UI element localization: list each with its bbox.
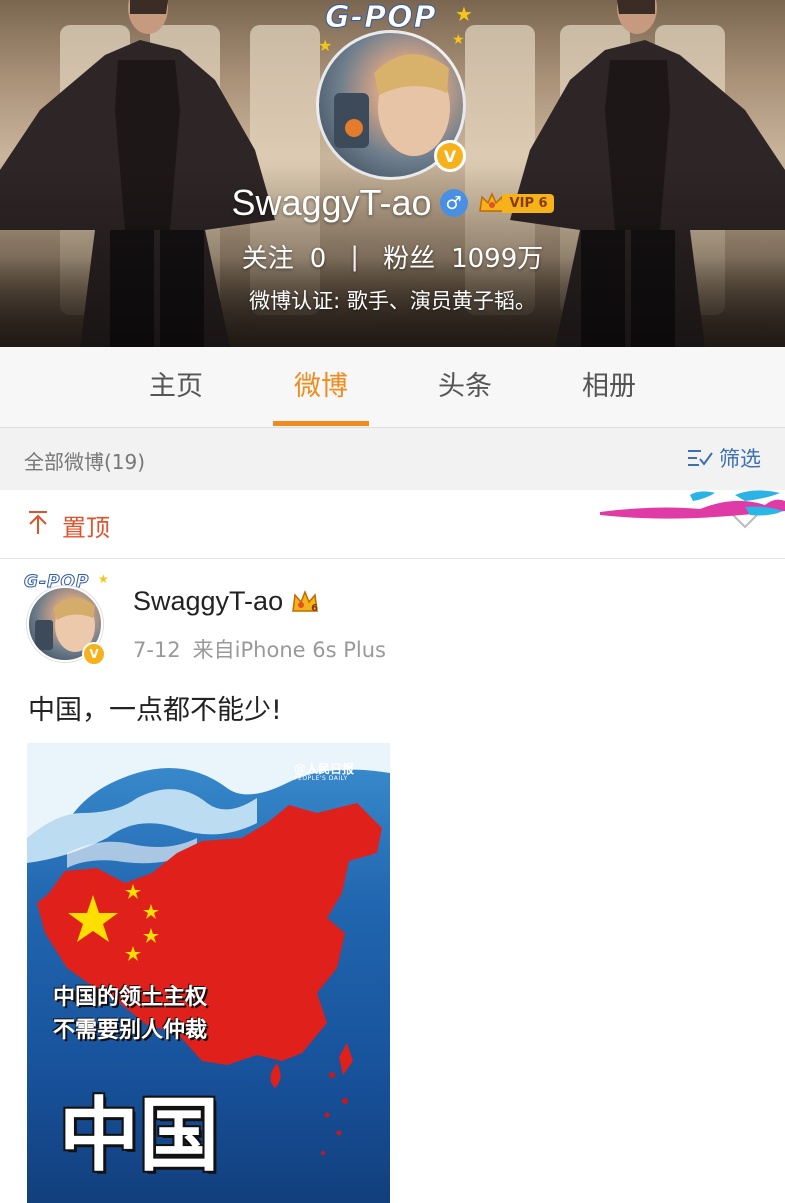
star-icon: ★ [318, 36, 333, 55]
post-image[interactable]: @人民日报 PEOPLE'S DAILY 中国的领土主权 不需要别人仲裁 中国 [27, 743, 390, 1203]
tab-headlines[interactable]: 头条 [417, 347, 513, 427]
tab-weibo[interactable]: 微博 [273, 347, 369, 427]
profile-username: SwaggyT-ao [231, 182, 432, 223]
profile-header: G-POP ★ ★ ★ V SwaggyT-ao ♂ VIP 6 关注 0 | 粉 [0, 0, 785, 347]
following-stat[interactable]: 关注 0 [242, 238, 327, 275]
verified-badge-icon: V [82, 642, 106, 666]
filter-label: 筛选 [719, 447, 761, 471]
paint-splash-decoration [600, 490, 785, 519]
member-crown-icon: 6 [291, 589, 319, 615]
post-meta: 7-12 来自iPhone 6s Plus [133, 634, 386, 664]
tab-album[interactable]: 相册 [561, 347, 657, 427]
people-daily-logo: @人民日报 PEOPLE'S DAILY [294, 762, 355, 783]
caption-line-1: 中国的领土主权 [53, 984, 208, 1010]
active-tab-indicator [273, 421, 369, 426]
followers-count: 1099万 [451, 244, 544, 274]
post-author-row: SwaggyT-ao 6 [133, 586, 319, 617]
post-username[interactable]: SwaggyT-ao [133, 586, 283, 617]
post-source: 来自iPhone 6s Plus [192, 638, 386, 662]
image-caption: 中国的领土主权 不需要别人仲裁 [53, 981, 207, 1047]
logo-subtext: PEOPLE'S DAILY [294, 775, 348, 783]
followers-stat[interactable]: 粉丝 1099万 [383, 238, 543, 275]
filter-button[interactable]: 筛选 [687, 443, 761, 473]
filter-list-icon [688, 450, 713, 466]
male-icon: ♂ [439, 189, 468, 217]
name-row: SwaggyT-ao ♂ VIP 6 [0, 182, 785, 224]
post-text: 中国，一点都不能少! [28, 695, 282, 726]
verified-badge-icon: V [434, 140, 466, 172]
vip-level-label: VIP 6 [501, 193, 554, 213]
following-label: 关注 [241, 244, 294, 274]
followers-label: 粉丝 [383, 244, 436, 274]
profile-tabs: 主页 微博 头条 相册 [0, 347, 785, 428]
pinned-label: 置顶 [62, 514, 110, 542]
star-icon: ★ [455, 2, 473, 26]
image-big-text: 中国 [59, 1088, 219, 1182]
post-date: 7-12 [133, 638, 181, 662]
post-avatar[interactable]: G-POP ★ V [23, 572, 114, 668]
tab-home[interactable]: 主页 [128, 347, 224, 427]
crown-level: 6 [311, 602, 319, 614]
star-icon: ★ [98, 572, 109, 586]
vip-badge[interactable]: VIP 6 [478, 191, 554, 215]
follow-stats: 关注 0 | 粉丝 1099万 [0, 238, 785, 275]
filter-bar: 全部微博(19) 筛选 [0, 428, 785, 490]
all-weibo-count: 全部微博(19) [24, 450, 146, 474]
pin-top-icon [29, 511, 47, 534]
logo-text: @人民日报 [294, 762, 355, 776]
stat-divider: | [350, 241, 360, 272]
star-icon: ★ [452, 32, 465, 48]
certification-text: 微博认证: 歌手、演员黄子韬。 [249, 289, 536, 313]
caption-line-2: 不需要别人仲裁 [53, 1017, 208, 1043]
following-count: 0 [309, 244, 327, 274]
